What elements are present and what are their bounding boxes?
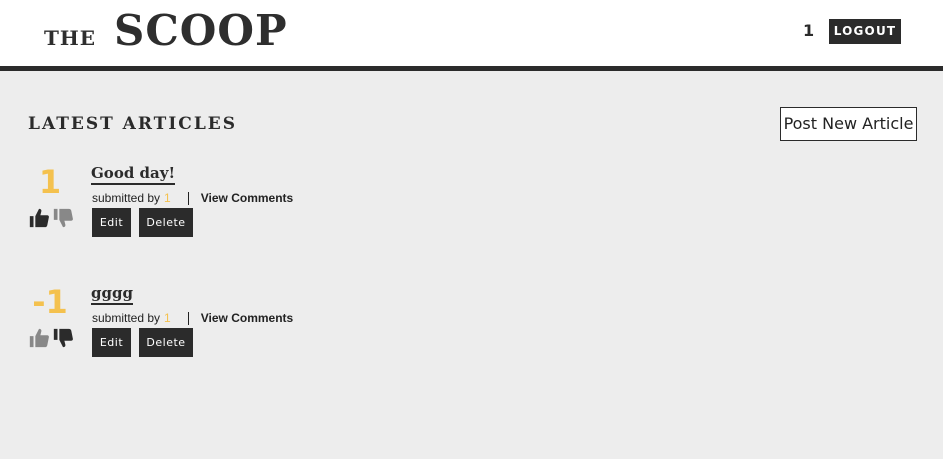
edit-button[interactable]: Edit (92, 328, 131, 357)
logo-scoop: SCOOP (114, 6, 288, 55)
thumbs-down-icon[interactable] (52, 327, 74, 349)
meta-divider (187, 191, 189, 205)
submitted-by-label: submitted by (92, 311, 161, 325)
article-score: 1 (38, 163, 62, 201)
article-item: 1 Good day! submitted by 1 View Comments… (28, 163, 328, 253)
delete-button[interactable]: Delete (139, 328, 193, 357)
article-meta: submitted by 1 View Comments (92, 311, 293, 325)
article-title[interactable]: Good day! (91, 164, 176, 185)
page-title: LATEST ARTICLES (28, 114, 238, 134)
vote-controls (28, 327, 74, 349)
site-logo[interactable]: THE SCOOP (44, 6, 288, 55)
article-title[interactable]: gggg (91, 284, 133, 305)
thumbs-up-icon[interactable] (28, 327, 50, 349)
submitted-by-user-link[interactable]: 1 (164, 311, 171, 325)
thumbs-down-icon[interactable] (52, 207, 74, 229)
site-header: THE SCOOP 1 LOGOUT (0, 0, 943, 71)
post-new-article-button[interactable]: Post New Article (780, 107, 917, 141)
logout-button[interactable]: LOGOUT (829, 19, 901, 44)
submitted-by-user-link[interactable]: 1 (164, 191, 171, 205)
submitted-by-label: submitted by (92, 191, 161, 205)
logo-the: THE (44, 26, 97, 50)
article-score: -1 (32, 283, 68, 321)
edit-button[interactable]: Edit (92, 208, 131, 237)
article-item: -1 gggg submitted by 1 View Comments Edi… (28, 283, 328, 373)
thumbs-up-icon[interactable] (28, 207, 50, 229)
view-comments-link[interactable]: View Comments (201, 311, 293, 325)
article-meta: submitted by 1 View Comments (92, 191, 293, 205)
view-comments-link[interactable]: View Comments (201, 191, 293, 205)
current-user-id: 1 (803, 21, 815, 40)
vote-controls (28, 207, 74, 229)
meta-divider (187, 311, 189, 325)
delete-button[interactable]: Delete (139, 208, 193, 237)
